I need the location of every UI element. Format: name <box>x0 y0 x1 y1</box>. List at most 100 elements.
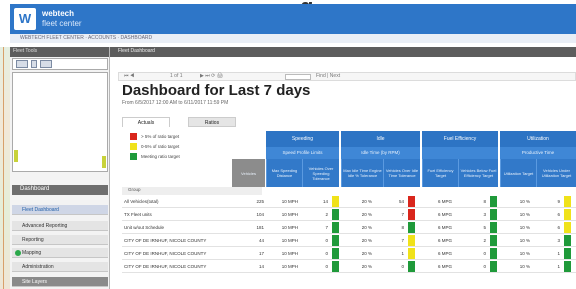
table-cell: 0 <box>325 238 328 243</box>
table-row[interactable]: CITY OF DE IRNHUF, NICOLE COUNTY 17 10 MPH… <box>122 248 576 260</box>
column-header[interactable]: Vehicles <box>232 159 265 187</box>
calendar-icon[interactable] <box>16 60 28 68</box>
sidebar-item-label: Site Layers <box>22 279 48 285</box>
row-label[interactable]: Unit w/out Schedule <box>124 225 164 230</box>
row-label[interactable]: CITY OF DE IRNHUF, NICOLE COUNTY <box>124 251 206 256</box>
column-header[interactable]: Vehicles Over Idle Time Tolerance <box>383 159 420 187</box>
row-label-header: Group <box>122 187 262 195</box>
page-indicator: 1 of 1 <box>170 73 183 79</box>
tab-ratios[interactable]: Ratios <box>188 117 236 127</box>
table-cell: 225 <box>256 199 264 204</box>
status-indicator <box>332 235 339 246</box>
row-label[interactable]: CITY OF DE IRNHUF, NICOLE COUNTY <box>124 238 206 243</box>
map-pin-icon <box>15 250 21 256</box>
address-text: WEBTECH FLEET CENTER · ACCOUNTS · DASHBO… <box>20 35 153 41</box>
sidebar-panel <box>12 72 108 172</box>
row-label[interactable]: TX Fleet units <box>124 212 152 217</box>
dropdown-arrow-icon[interactable] <box>31 60 37 68</box>
status-indicator <box>564 196 571 207</box>
table-cell: 1 <box>557 251 560 256</box>
table-cell: 10 MPH <box>281 212 298 217</box>
column-header[interactable]: Max Speeding Distance <box>266 159 302 187</box>
status-indicator <box>490 196 497 207</box>
status-indicator <box>332 248 339 259</box>
find-input[interactable] <box>285 74 311 80</box>
table-cell: 10 % <box>519 199 530 204</box>
status-indicator <box>332 209 339 220</box>
report-toolbar <box>118 72 576 81</box>
table-cell: 0 <box>483 264 486 269</box>
row-label[interactable]: All Vehicles(total) <box>124 199 159 204</box>
group-subheader <box>422 147 498 159</box>
main-panel-title: Fleet Dashboard <box>118 48 155 54</box>
table-cell: 1 <box>401 251 404 256</box>
legend-label: 0-5% of ratio target <box>141 144 180 149</box>
status-indicator <box>408 196 415 207</box>
table-cell: 6 MPG <box>437 225 452 230</box>
column-header[interactable]: Fuel Efficiency Target <box>422 159 458 187</box>
group-subheader: Speed Profile Limits <box>266 147 339 159</box>
legend-swatch-green <box>130 153 137 160</box>
status-indicator <box>408 235 415 246</box>
table-cell: 10 % <box>519 212 530 217</box>
brand-name: webtech <box>42 9 75 18</box>
status-indicator <box>490 248 497 259</box>
status-indicator <box>564 235 571 246</box>
group-header-fuel-efficiency: Fuel Efficiency <box>422 131 498 147</box>
webtech-logo-icon[interactable]: W <box>14 8 36 30</box>
table-cell: 3 <box>483 212 486 217</box>
table-cell: 0 <box>325 264 328 269</box>
tab-actuals[interactable]: Actuals <box>122 117 170 127</box>
table-cell: 17 <box>258 251 264 256</box>
next-page-icon[interactable]: ▶ ⏭ ⟳ 🖨 <box>200 73 223 79</box>
app-header <box>10 4 576 34</box>
table-cell: 20 % <box>361 199 372 204</box>
first-page-icon[interactable]: ⏮ ◀ <box>124 73 134 79</box>
sidebar-item-label: Advanced Reporting <box>22 223 68 229</box>
table-cell: 5 <box>483 225 486 230</box>
table-cell: 10 MPH <box>281 238 298 243</box>
status-indicator <box>408 261 415 272</box>
column-header[interactable]: Vehicles Over Speeding Tolerance <box>302 159 339 187</box>
table-cell: 10 % <box>519 251 530 256</box>
table-cell: 6 <box>557 225 560 230</box>
column-header[interactable]: Utilization Target <box>500 159 536 187</box>
sidebar-item-label: Fleet Dashboard <box>22 207 59 213</box>
column-header[interactable]: Vehicles Under Utilization Target <box>536 159 576 187</box>
table-cell: 14 <box>322 199 328 204</box>
status-indicator <box>490 209 497 220</box>
table-row[interactable]: CITY OF DE IRNHUF, NICOLE COUNTY 44 10 MPH… <box>122 235 576 247</box>
table-cell: 10 % <box>519 238 530 243</box>
table-row[interactable]: Unit w/out Schedule 181 10 MPH 7 20 % 8 6 MPG 5… <box>122 222 576 234</box>
table-row[interactable]: TX Fleet units 104 10 MPH 2 20 % 7 6 MPG 3 10 % 6 <box>122 209 576 221</box>
status-indicator <box>408 248 415 259</box>
status-indicator <box>490 235 497 246</box>
table-cell: 6 MPG <box>437 212 452 217</box>
table-cell: 1 <box>557 264 560 269</box>
sidebar-item-label: Mapping <box>22 250 42 256</box>
status-indicator <box>564 222 571 233</box>
legend-swatch-yellow <box>130 143 137 150</box>
table-row[interactable]: All Vehicles(total) 225 10 MPH 14 20 % 54 6 MP… <box>122 196 576 208</box>
table-cell: 54 <box>398 199 404 204</box>
table-cell: 10 % <box>519 264 530 269</box>
sidebar-item-label: Administration <box>22 264 54 270</box>
table-cell: 10 MPH <box>281 225 298 230</box>
row-label[interactable]: CITY OF DE IRNHUF, NICOLE COUNTY <box>124 264 206 269</box>
view-icon[interactable] <box>40 60 52 68</box>
table-cell: 44 <box>258 238 264 243</box>
find-next-link[interactable]: Find | Next <box>316 73 340 79</box>
status-indicator <box>490 222 497 233</box>
sidebar-marker-right <box>102 156 106 168</box>
main-panel-header <box>110 47 576 57</box>
column-header[interactable]: Max Idle Time Engine Idle % Tolerance <box>341 159 383 187</box>
table-row[interactable]: CITY OF DE IRNHUF, NICOLE COUNTY 14 10 MPH… <box>122 261 576 273</box>
legend-label: Meeting ratio target <box>141 154 180 159</box>
table-cell: 6 MPG <box>437 238 452 243</box>
column-header[interactable]: Vehicles Below Fuel Efficiency Target <box>458 159 498 187</box>
table-cell: 20 % <box>361 212 372 217</box>
status-indicator <box>564 261 571 272</box>
map-strip[interactable] <box>0 47 10 289</box>
table-cell: 6 MPG <box>437 199 452 204</box>
table-cell: 10 % <box>519 225 530 230</box>
